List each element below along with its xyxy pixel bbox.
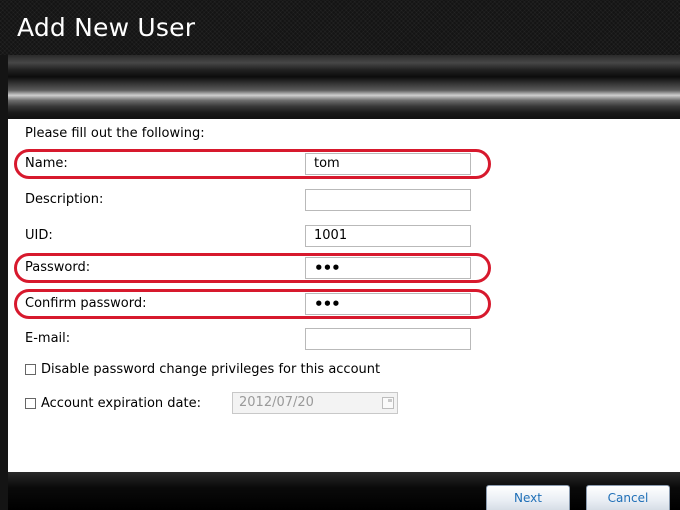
email-label: E-mail:: [25, 331, 71, 346]
disable-pw-change-checkbox[interactable]: [25, 364, 36, 375]
description-input[interactable]: [305, 189, 471, 211]
expiration-date-input: 2012/07/20: [232, 392, 398, 414]
confirm-password-input[interactable]: •••: [305, 293, 471, 315]
expiration-label[interactable]: Account expiration date:: [41, 396, 201, 411]
uid-input[interactable]: 1001: [305, 225, 471, 247]
uid-label: UID:: [25, 228, 53, 243]
cancel-button[interactable]: Cancel: [586, 485, 670, 510]
form-intro: Please fill out the following:: [25, 126, 205, 141]
name-label: Name:: [25, 156, 68, 171]
expiration-checkbox[interactable]: [25, 398, 36, 409]
calendar-icon: [382, 397, 394, 409]
dialog-title: Add New User: [17, 13, 196, 42]
name-input[interactable]: tom: [305, 153, 471, 175]
title-bar: Add New User: [0, 0, 680, 55]
add-user-dialog: Add New User Please fill out the followi…: [0, 0, 680, 510]
expiration-date-value: 2012/07/20: [239, 395, 314, 410]
footer-bar: [8, 472, 680, 510]
password-input[interactable]: •••: [305, 257, 471, 279]
left-border: [0, 55, 8, 510]
next-button[interactable]: Next: [486, 485, 570, 510]
header-band: [8, 55, 680, 119]
password-label: Password:: [25, 260, 91, 275]
email-input[interactable]: [305, 328, 471, 350]
description-label: Description:: [25, 192, 104, 207]
disable-pw-change-row: Disable password change privileges for t…: [25, 362, 380, 377]
disable-pw-change-label[interactable]: Disable password change privileges for t…: [41, 362, 380, 377]
expiration-row: Account expiration date:: [25, 396, 201, 411]
confirm-password-label: Confirm password:: [25, 296, 147, 311]
